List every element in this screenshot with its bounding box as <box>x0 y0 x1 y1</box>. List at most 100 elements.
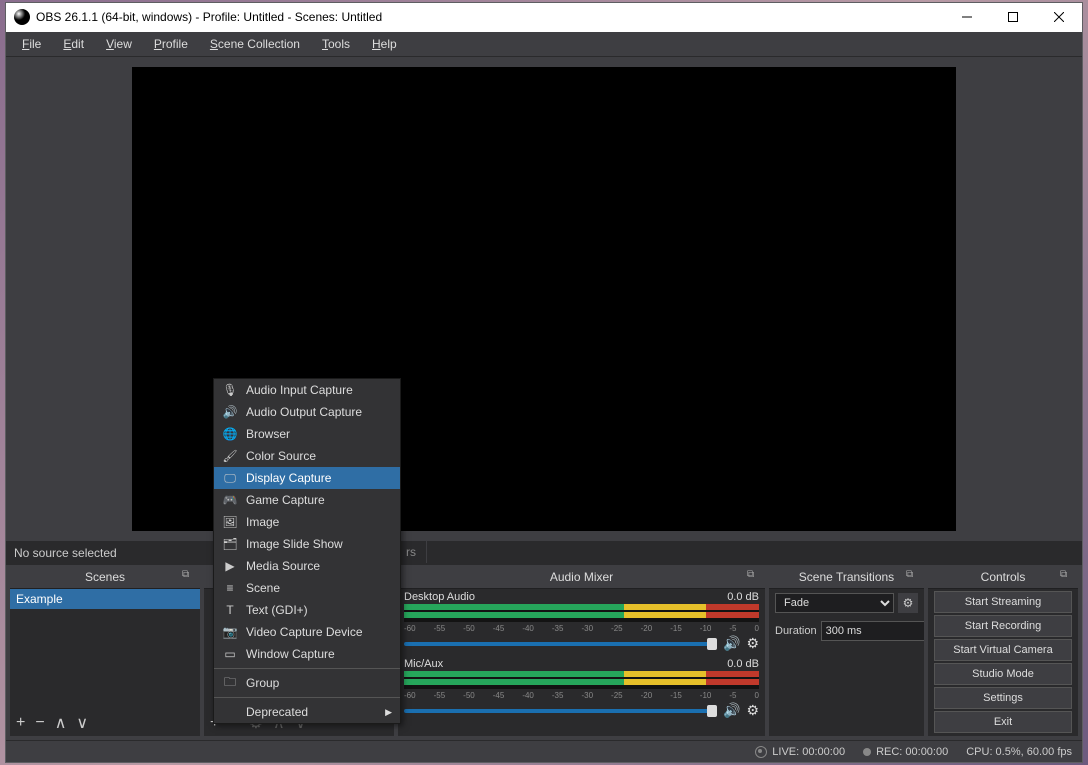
volume-icon[interactable]: 🔊 <box>723 702 740 719</box>
transitions-panel: Scene Transitions ⧉ Fade ⚙ Duration <box>769 565 924 736</box>
ctx-item-label: Text (GDI+) <box>246 603 308 617</box>
ctx-item-scene[interactable]: ≡ Scene <box>214 577 400 599</box>
scene-down-button[interactable]: ∨ <box>76 713 88 733</box>
status-rec: REC: 00:00:00 <box>863 746 948 758</box>
scene-item[interactable]: Example <box>10 589 200 609</box>
separator <box>214 697 400 698</box>
ctx-item-image-slide-show[interactable]: 🗂Image Slide Show <box>214 533 400 555</box>
ctx-item-video-capture-device[interactable]: 📷Video Capture Device <box>214 621 400 643</box>
track-db: 0.0 dB <box>727 591 759 603</box>
ctx-item-group[interactable]: 🗀Group <box>214 672 400 694</box>
preview-area <box>6 57 1082 541</box>
menu-tools[interactable]: Tools <box>312 33 360 55</box>
settings-button[interactable]: Settings <box>934 687 1072 709</box>
submenu-arrow-icon: ▶ <box>385 707 392 718</box>
ctx-item-window-capture[interactable]: ▭ Window Capture <box>214 643 400 665</box>
audio-mixer-panel: Audio Mixer ⧉ Desktop Audio 0.0 dB -60-55… <box>398 565 765 736</box>
ctx-item-label: Color Source <box>246 449 316 463</box>
transitions-header[interactable]: Scene Transitions ⧉ <box>769 565 924 589</box>
transition-select[interactable]: Fade <box>775 593 894 613</box>
controls-header[interactable]: Controls ⧉ <box>928 565 1078 589</box>
minimize-button[interactable] <box>944 3 990 32</box>
brush-icon: 🖌 <box>222 448 238 464</box>
dock-icon[interactable]: ⧉ <box>906 569 920 583</box>
play-icon: ▶ <box>222 558 238 574</box>
ctx-item-audio-output-capture[interactable]: 🔊 Audio Output Capture <box>214 401 400 423</box>
studio-mode-button[interactable]: Studio Mode <box>934 663 1072 685</box>
speaker-icon: 🔊 <box>222 404 238 420</box>
menu-view[interactable]: View <box>96 33 142 55</box>
track-name: Mic/Aux <box>404 658 443 670</box>
status-live: LIVE: 00:00:00 <box>755 746 845 758</box>
exit-button[interactable]: Exit <box>934 711 1072 733</box>
menu-edit[interactable]: Edit <box>53 33 94 55</box>
status-cpu: CPU: 0.5%, 60.00 fps <box>966 746 1072 758</box>
add-scene-button[interactable]: + <box>16 714 25 732</box>
globe-icon: 🌐 <box>222 426 238 442</box>
ctx-item-label: Video Capture Device <box>246 625 363 639</box>
ctx-item-media-source[interactable]: ▶Media Source <box>214 555 400 577</box>
broadcast-icon <box>755 746 767 758</box>
ctx-item-label: Window Capture <box>246 647 335 661</box>
scenes-header[interactable]: Scenes ⧉ <box>10 565 200 589</box>
ctx-item-label: Group <box>246 676 279 690</box>
close-button[interactable] <box>1036 3 1082 32</box>
ctx-item-label: Scene <box>246 581 280 595</box>
text-icon: T <box>222 602 238 618</box>
ctx-item-audio-input-capture[interactable]: 🎙Audio Input Capture <box>214 379 400 401</box>
start-recording-button[interactable]: Start Recording <box>934 615 1072 637</box>
ctx-item-label: Audio Output Capture <box>246 405 362 419</box>
list-icon: ≡ <box>222 580 238 596</box>
image-icon: 🖼 <box>222 514 238 530</box>
ctx-item-image[interactable]: 🖼Image <box>214 511 400 533</box>
volume-icon[interactable]: 🔊 <box>723 635 740 652</box>
menu-file[interactable]: File <box>12 33 51 55</box>
controls-panel: Controls ⧉ Start StreamingStart Recordin… <box>928 565 1078 736</box>
volume-slider[interactable] <box>404 709 717 713</box>
ctx-item-browser[interactable]: 🌐 Browser <box>214 423 400 445</box>
track-settings-button[interactable]: ⚙ <box>746 702 759 719</box>
app-window: OBS 26.1.1 (64-bit, windows) - Profile: … <box>5 2 1083 763</box>
ctx-item-label: Game Capture <box>246 493 325 507</box>
slideshow-icon: 🗂 <box>222 536 238 552</box>
ctx-item-color-source[interactable]: 🖌 Color Source <box>214 445 400 467</box>
monitor-icon: 🖵 <box>222 470 238 486</box>
titlebar[interactable]: OBS 26.1.1 (64-bit, windows) - Profile: … <box>6 3 1082 32</box>
dock-icon[interactable]: ⧉ <box>182 569 196 583</box>
no-source-label: No source selected <box>6 541 1082 565</box>
track-settings-button[interactable]: ⚙ <box>746 635 759 652</box>
menu-help[interactable]: Help <box>362 33 407 55</box>
audio-meter: -60-55-50-45-40-35-30-25-20-15-10-50 <box>404 671 759 689</box>
scenes-panel: Scenes ⧉ Example + − ∧ ∨ <box>10 565 200 736</box>
remove-scene-button[interactable]: − <box>35 714 44 732</box>
mic-icon: 🎙 <box>222 382 238 398</box>
ctx-item-deprecated[interactable]: Deprecated ▶ <box>214 701 400 723</box>
start-streaming-button[interactable]: Start Streaming <box>934 591 1072 613</box>
window-icon: ▭ <box>222 646 238 662</box>
menu-profile[interactable]: Profile <box>144 33 198 55</box>
mixer-track: Mic/Aux 0.0 dB -60-55-50-45-40-35-30-25-2… <box>398 656 765 723</box>
duration-label: Duration <box>775 625 817 637</box>
duration-input[interactable] <box>821 621 924 641</box>
dock-icon[interactable]: ⧉ <box>1060 569 1074 583</box>
transition-settings-button[interactable]: ⚙ <box>898 593 918 613</box>
ctx-item-display-capture[interactable]: 🖵Display Capture <box>214 467 400 489</box>
ctx-item-label: Browser <box>246 427 290 441</box>
maximize-button[interactable] <box>990 3 1036 32</box>
ctx-item-text-gdi-[interactable]: T Text (GDI+) <box>214 599 400 621</box>
menu-scene-collection[interactable]: Scene Collection <box>200 33 310 55</box>
track-name: Desktop Audio <box>404 591 475 603</box>
separator <box>214 668 400 669</box>
start-virtual-camera-button[interactable]: Start Virtual Camera <box>934 639 1072 661</box>
ctx-item-label: Deprecated <box>246 705 308 719</box>
ctx-item-game-capture[interactable]: 🎮 Game Capture <box>214 489 400 511</box>
menubar: File Edit View Profile Scene Collection … <box>6 32 1082 57</box>
scene-up-button[interactable]: ∧ <box>55 713 67 733</box>
track-db: 0.0 dB <box>727 658 759 670</box>
gamepad-icon: 🎮 <box>222 492 238 508</box>
mixer-header[interactable]: Audio Mixer ⧉ <box>398 565 765 589</box>
volume-slider[interactable] <box>404 642 717 646</box>
statusbar: LIVE: 00:00:00 REC: 00:00:00 CPU: 0.5%, … <box>6 740 1082 762</box>
dock-icon[interactable]: ⧉ <box>747 569 761 583</box>
audio-meter: -60-55-50-45-40-35-30-25-20-15-10-50 <box>404 604 759 622</box>
